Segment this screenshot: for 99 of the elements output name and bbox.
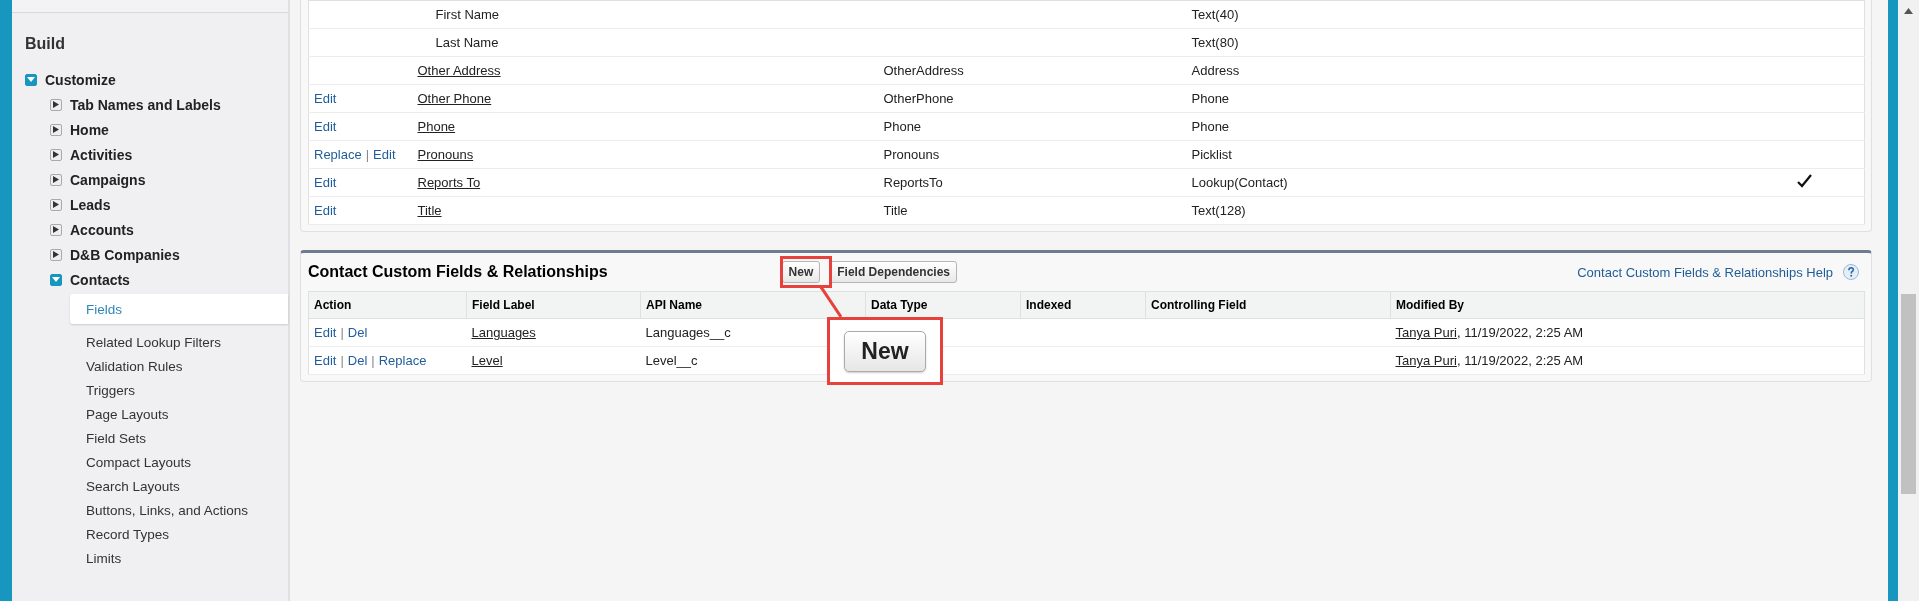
expand-toggle[interactable] <box>50 173 62 186</box>
separator: | <box>365 147 370 162</box>
separator: | <box>371 353 375 368</box>
column-header: Controlling Field <box>1145 291 1391 319</box>
nav-link[interactable]: Limits <box>74 544 288 568</box>
table-cell: Phone <box>1186 84 1747 113</box>
scroll-up-icon[interactable] <box>1904 8 1913 14</box>
table-cell: Address <box>1186 56 1747 85</box>
tree-item[interactable]: Tab Names and Labels <box>70 96 221 113</box>
nav-link[interactable]: Page Layouts <box>74 400 288 424</box>
toolbar-button[interactable]: Field Dependencies <box>830 261 957 283</box>
table-cell: Last Name <box>412 28 879 57</box>
new-button[interactable]: New <box>844 330 926 372</box>
expand-toggle[interactable] <box>50 223 62 236</box>
tree-item[interactable]: Home <box>70 121 109 138</box>
expand-toggle[interactable] <box>50 273 62 286</box>
tree-item[interactable]: Leads <box>70 196 111 213</box>
expand-toggle[interactable] <box>50 248 62 261</box>
expand-toggle[interactable] <box>50 123 62 136</box>
table-cell: OtherPhone <box>878 84 1187 113</box>
nav-link[interactable]: Search Layouts <box>74 472 288 496</box>
table-cell: Picklist <box>1186 140 1747 169</box>
field-link[interactable]: Other Address <box>417 63 501 78</box>
scrollbar[interactable] <box>1898 0 1919 601</box>
caret-icon <box>53 226 59 233</box>
table-cell: Title <box>878 196 1187 225</box>
table-cell: First Name <box>412 0 879 29</box>
expand-toggle[interactable] <box>50 148 62 161</box>
action-link[interactable]: Del <box>347 353 368 368</box>
action-link[interactable]: Edit <box>314 91 337 106</box>
table-cell: Lookup(Contact) <box>1186 168 1747 197</box>
table-cell: ReportsTo <box>878 168 1187 197</box>
separator: | <box>340 325 344 340</box>
tree-item[interactable]: Contacts <box>70 271 130 288</box>
action-link[interactable]: Replace <box>314 147 362 162</box>
modified-date: , 11/19/2022, 2:25 AM <box>1456 325 1584 340</box>
caret-icon <box>53 176 59 183</box>
field-link[interactable]: Title <box>417 203 442 218</box>
field-link[interactable]: Pronouns <box>417 147 474 162</box>
field-link[interactable]: Phone <box>417 119 456 134</box>
nav-link[interactable]: Record Types <box>74 520 288 544</box>
sidebar-heading: Build <box>24 34 66 54</box>
scroll-thumb[interactable] <box>1901 294 1916 494</box>
help-icon[interactable] <box>1843 264 1859 280</box>
help-link[interactable]: Contact Custom Fields & Relationships Help <box>1577 264 1833 280</box>
table-cell: OtherAddress <box>878 56 1187 85</box>
tree-item[interactable]: Customize <box>45 71 116 88</box>
tree-item[interactable]: D&B Companies <box>70 246 180 263</box>
caret-icon <box>52 277 60 282</box>
nav-link[interactable]: Buttons, Links, and Actions <box>74 496 288 520</box>
expand-toggle[interactable] <box>25 73 37 86</box>
user-link[interactable]: Tanya Puri <box>1395 325 1457 340</box>
action-link[interactable]: Edit <box>314 325 337 340</box>
table-cell: Phone <box>1186 112 1747 141</box>
column-header: Field Label <box>466 291 641 319</box>
caret-icon <box>53 251 59 258</box>
caret-icon <box>53 201 59 208</box>
section-title: Contact Custom Fields & Relationships <box>308 263 608 281</box>
nav-link[interactable]: Validation Rules <box>74 352 288 376</box>
toolbar-button[interactable]: New <box>781 261 821 283</box>
column-header: Modified By <box>1390 291 1865 319</box>
table-cell: Text(128) <box>1186 196 1747 225</box>
table-cell: Text(40) <box>1186 0 1747 29</box>
nav-link[interactable]: Triggers <box>74 376 288 400</box>
separator: | <box>340 353 344 368</box>
column-header: Action <box>308 291 467 319</box>
modified-date: , 11/19/2022, 2:25 AM <box>1456 353 1584 368</box>
tree-item[interactable]: Campaigns <box>70 171 146 188</box>
table-cell: Pronouns <box>878 140 1187 169</box>
tree-item[interactable]: Accounts <box>70 221 134 238</box>
tree-item[interactable]: Activities <box>70 146 133 163</box>
action-link[interactable]: Edit <box>314 203 337 218</box>
action-link[interactable]: Replace <box>378 353 427 368</box>
user-link[interactable]: Tanya Puri <box>1395 353 1457 368</box>
table-cell: Text(80) <box>1186 28 1747 57</box>
column-header: Indexed <box>1020 291 1146 319</box>
action-link[interactable]: Edit <box>314 353 337 368</box>
action-link[interactable]: Edit <box>373 147 396 162</box>
caret-icon <box>27 77 35 82</box>
expand-toggle[interactable] <box>50 98 62 111</box>
action-link[interactable]: Del <box>347 325 368 340</box>
action-link[interactable]: Edit <box>314 119 337 134</box>
field-link[interactable]: Other Phone <box>417 91 492 106</box>
field-link[interactable]: Reports To <box>417 175 481 190</box>
table-cell: Phone <box>878 112 1187 141</box>
caret-icon <box>53 151 59 158</box>
nav-link[interactable]: Compact Layouts <box>74 448 288 472</box>
caret-icon <box>53 101 59 108</box>
field-link[interactable]: Level <box>471 353 503 368</box>
nav-link[interactable]: Fields <box>70 294 288 324</box>
caret-icon <box>53 126 59 133</box>
expand-toggle[interactable] <box>50 198 62 211</box>
column-header: API Name <box>640 291 866 319</box>
nav-link[interactable]: Related Lookup Filters <box>74 328 288 352</box>
field-link[interactable]: Languages <box>471 325 536 340</box>
nav-link[interactable]: Field Sets <box>74 424 288 448</box>
column-header: Data Type <box>865 291 1021 319</box>
highlight-frame <box>780 256 832 288</box>
action-link[interactable]: Edit <box>314 175 337 190</box>
